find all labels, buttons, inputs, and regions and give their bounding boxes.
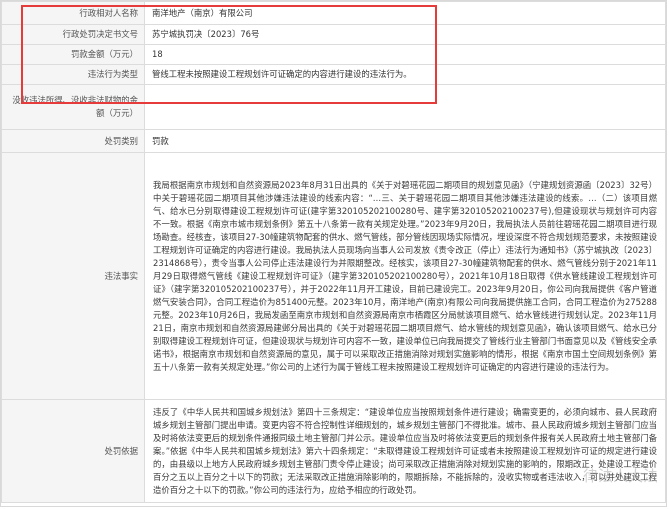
label-penalty-basis: 处罚依据 [1, 399, 145, 503]
row-penalty-basis: 处罚依据 违反了《中华人民共和国城乡规划法》第四十三条规定：“建设单位应当按照规… [1, 399, 666, 503]
value-violation-type: 管线工程未按照建设工程规划许可证确定的内容进行建设的违法行为。 [144, 64, 666, 85]
row-party-name: 行政相对人名称 南洋地产（南京）有限公司 [1, 1, 666, 25]
label-confiscation-amount: 没收违法所得、没收非法财物的金额（万元） [1, 84, 145, 130]
watermark: 律法人大法 [582, 467, 658, 485]
value-party-name: 南洋地产（南京）有限公司 [144, 1, 666, 25]
label-violation-type: 违法行为类型 [1, 64, 145, 85]
label-fine-amount: 罚款金额（万元） [1, 44, 145, 65]
label-decision-number: 行政处罚决定书文号 [1, 24, 145, 45]
value-penalty-basis: 违反了《中华人民共和国城乡规划法》第四十三条规定：“建设单位应当按照规划条件进行… [144, 399, 666, 503]
value-decision-number: 苏宁城执罚决〔2023〕76号 [144, 24, 666, 45]
label-violation-facts: 违法事实 [1, 152, 145, 400]
row-decision-number: 行政处罚决定书文号 苏宁城执罚决〔2023〕76号 [1, 24, 666, 45]
value-penalty-category: 罚款 [144, 129, 666, 153]
label-penalty-category: 处罚类别 [1, 129, 145, 153]
penalty-info-panel: 行政相对人名称 南洋地产（南京）有限公司 行政处罚决定书文号 苏宁城执罚决〔20… [0, 0, 667, 507]
penalty-info-table: 行政相对人名称 南洋地产（南京）有限公司 行政处罚决定书文号 苏宁城执罚决〔20… [1, 1, 666, 503]
value-confiscation-amount [144, 84, 666, 130]
label-party-name: 行政相对人名称 [1, 1, 145, 25]
row-penalty-category: 处罚类别 罚款 [1, 129, 666, 153]
value-fine-amount: 18 [144, 44, 666, 65]
row-confiscation-amount: 没收违法所得、没收非法财物的金额（万元） [1, 84, 666, 130]
row-violation-type: 违法行为类型 管线工程未按照建设工程规划许可证确定的内容进行建设的违法行为。 [1, 64, 666, 85]
row-fine-amount: 罚款金额（万元） 18 [1, 44, 666, 65]
row-violation-facts: 违法事实 我局根据南京市规划和自然资源局2023年8月31日出具的《关于对碧瑶花… [1, 152, 666, 400]
value-violation-facts: 我局根据南京市规划和自然资源局2023年8月31日出具的《关于对碧瑶花园二期项目… [144, 152, 666, 400]
